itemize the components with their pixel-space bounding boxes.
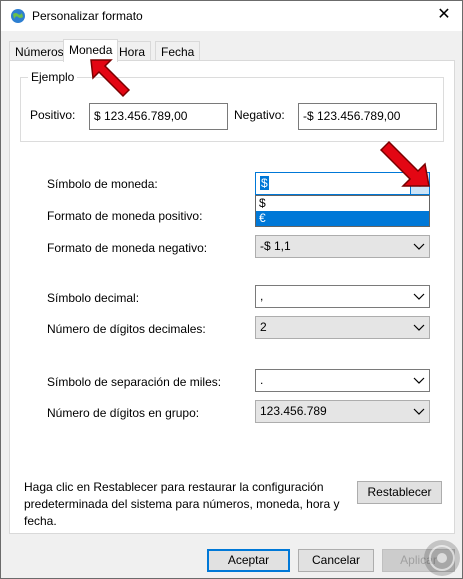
currency-option-dollar[interactable]: $	[256, 196, 429, 211]
dialog-window: Personalizar formato ✕ Números Moneda Ho…	[0, 0, 463, 579]
accept-button[interactable]: Aceptar	[207, 549, 290, 572]
positive-format-label: Formato de moneda positivo:	[47, 209, 203, 223]
cancel-button[interactable]: Cancelar	[298, 549, 374, 572]
decimal-symbol-label: Símbolo decimal:	[47, 291, 140, 305]
group-digits-combo[interactable]: 123.456.789	[255, 400, 430, 423]
negative-example-field[interactable]: -$ 123.456.789,00	[298, 103, 437, 130]
thousands-symbol-value: .	[260, 373, 264, 387]
example-group: Ejemplo Positivo: $ 123.456.789,00 Negat…	[20, 70, 444, 142]
positive-example-field[interactable]: $ 123.456.789,00	[89, 103, 228, 130]
decimal-digits-combo[interactable]: 2	[255, 316, 430, 339]
tab-numeros[interactable]: Números	[9, 41, 70, 61]
red-arrow-icon	[90, 59, 131, 98]
chevron-down-icon	[413, 243, 425, 250]
globe-icon	[11, 9, 25, 23]
tab-panel-moneda: Ejemplo Positivo: $ 123.456.789,00 Negat…	[9, 60, 455, 534]
decimal-digits-label: Número de dígitos decimales:	[47, 322, 206, 336]
thousands-symbol-combo[interactable]: .	[255, 369, 430, 392]
currency-symbol-value: $	[260, 176, 269, 190]
positive-label: Positivo:	[30, 108, 76, 122]
thousands-symbol-label: Símbolo de separación de miles:	[47, 375, 222, 389]
negative-format-value: -$ 1,1	[260, 239, 291, 253]
title-bar: Personalizar formato ✕	[1, 1, 462, 31]
decimal-digits-value: 2	[260, 320, 267, 334]
red-arrow-icon	[379, 140, 430, 187]
decimal-symbol-value: ,	[260, 289, 264, 303]
negative-format-combo[interactable]: -$ 1,1	[255, 235, 430, 258]
reset-info-text: Haga clic en Restablecer para restaurar …	[24, 480, 340, 528]
currency-symbol-label: Símbolo de moneda:	[47, 177, 158, 191]
tab-fecha[interactable]: Fecha	[155, 41, 201, 61]
decimal-symbol-combo[interactable]: ,	[255, 285, 430, 308]
currency-symbol-dropdown-list: $ €	[255, 195, 430, 227]
negative-format-label: Formato de moneda negativo:	[47, 241, 208, 255]
close-button[interactable]: ✕	[436, 7, 452, 23]
reset-button[interactable]: Restablecer	[357, 481, 442, 504]
example-legend: Ejemplo	[28, 70, 78, 84]
group-digits-label: Número de dígitos en grupo:	[47, 406, 200, 420]
negative-label: Negativo:	[234, 108, 285, 122]
window-title: Personalizar formato	[32, 9, 143, 23]
currency-option-euro[interactable]: €	[256, 211, 429, 226]
chevron-down-icon	[413, 377, 425, 384]
chevron-down-icon	[413, 324, 425, 331]
chevron-down-icon	[413, 408, 425, 415]
watermark-logo-icon	[424, 540, 460, 576]
chevron-down-icon	[413, 293, 425, 300]
group-digits-value: 123.456.789	[260, 404, 327, 418]
